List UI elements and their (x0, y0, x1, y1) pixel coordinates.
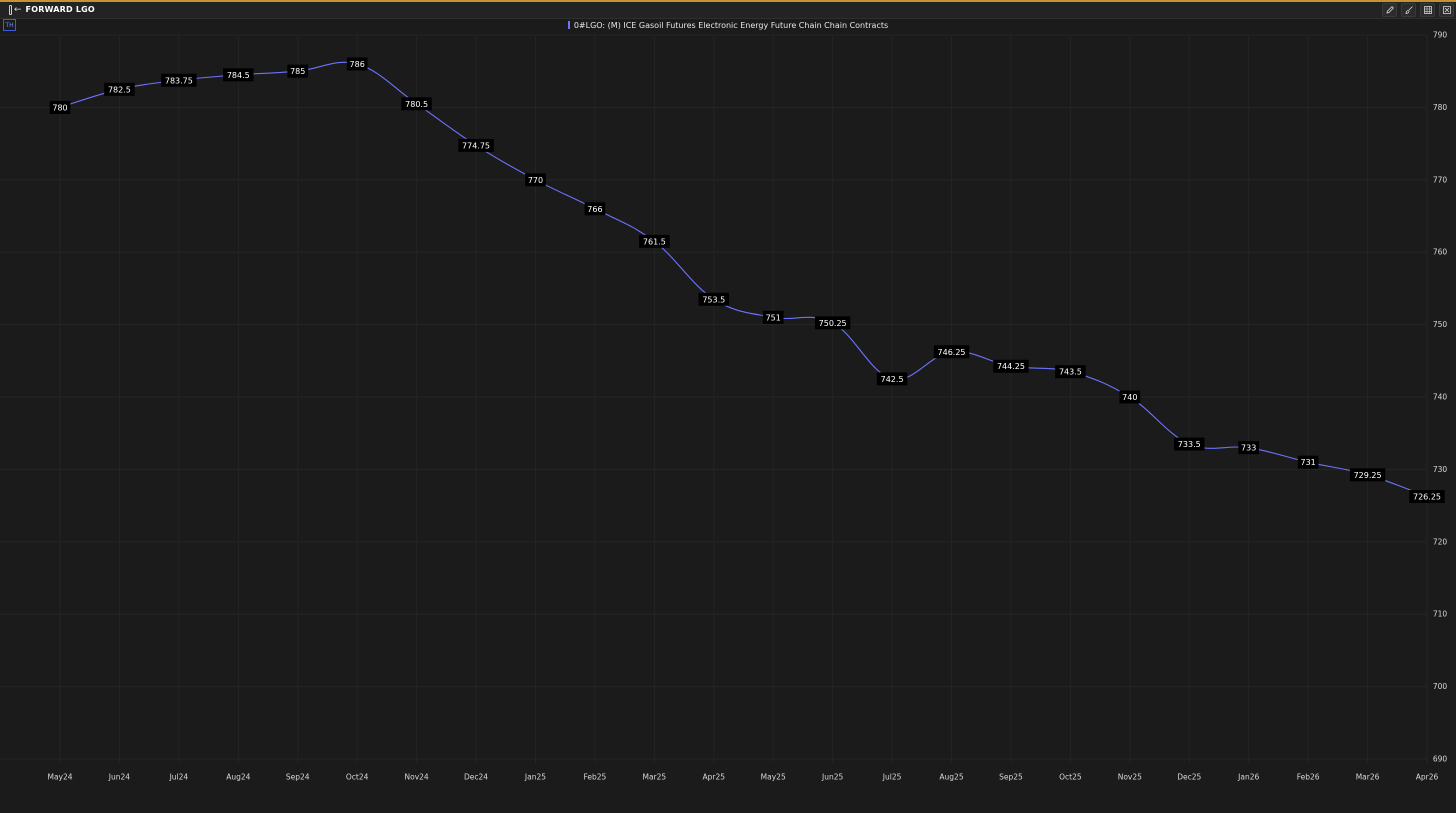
data-label-text: 744.25 (997, 362, 1025, 371)
data-label: 784.5 (223, 68, 254, 82)
data-label: 743.5 (1055, 365, 1086, 379)
x-tick-label: Jan26 (1237, 773, 1259, 782)
x-tick-label: Jun24 (108, 773, 130, 782)
data-label: 733.5 (1174, 437, 1205, 451)
data-label: 733 (1238, 441, 1260, 455)
data-label: 731 (1297, 455, 1319, 469)
data-label-text: 785 (290, 67, 305, 76)
data-label-text: 770 (528, 176, 543, 185)
x-tick-label: May25 (761, 773, 786, 782)
x-tick-label: Sep24 (286, 773, 310, 782)
x-tick-label: Jul25 (882, 773, 902, 782)
data-label: 729.25 (1349, 468, 1386, 482)
data-label-text: 740 (1122, 393, 1137, 402)
data-label-text: 742.5 (881, 375, 904, 384)
x-tick-label: Mar25 (642, 773, 666, 782)
x-tick-label: Jun25 (821, 773, 843, 782)
data-label-text: 786 (350, 60, 365, 69)
data-label: 744.25 (993, 359, 1029, 373)
series-line (59, 61, 1428, 498)
data-label-text: 746.25 (938, 348, 966, 357)
x-tick-label: Apr25 (703, 773, 726, 782)
x-tick-label: Nov24 (405, 773, 429, 782)
y-tick-label: 740 (1433, 393, 1448, 402)
data-label: 782.5 (104, 82, 135, 96)
y-tick-label: 700 (1433, 682, 1448, 691)
x-tick-label: Nov25 (1118, 773, 1142, 782)
legend-swatch (567, 21, 570, 29)
data-label: 780 (49, 100, 71, 114)
data-label-text: 751 (766, 313, 781, 322)
data-label: 761.5 (639, 234, 670, 248)
data-label-text: 733.5 (1178, 440, 1201, 449)
y-tick-label: 720 (1433, 537, 1448, 546)
data-label: 750.25 (814, 316, 851, 330)
data-label: 786 (346, 57, 368, 71)
data-label: 746.25 (933, 345, 970, 359)
data-label-text: 733 (1241, 444, 1256, 453)
data-label: 780.5 (401, 97, 432, 111)
x-tick-label: Mar26 (1356, 773, 1380, 782)
y-tick-label: 760 (1433, 248, 1448, 257)
x-tick-label: Feb25 (583, 773, 606, 782)
y-tick-label: 750 (1433, 320, 1448, 329)
x-tick-label: Jan25 (524, 773, 546, 782)
y-tick-label: 690 (1433, 755, 1448, 764)
data-label-text: 731 (1300, 458, 1315, 467)
data-label: 751 (762, 310, 784, 324)
x-tick-label: Aug24 (226, 773, 250, 782)
data-label: 740 (1119, 390, 1141, 404)
x-tick-label: Oct24 (346, 773, 369, 782)
legend[interactable]: 0#LGO: (M) ICE Gasoil Futures Electronic… (0, 19, 1456, 31)
x-tick-label: Apr26 (1416, 773, 1439, 782)
x-tick-label: Dec24 (464, 773, 488, 782)
data-label-text: 750.25 (819, 319, 847, 328)
data-label: 742.5 (876, 372, 908, 386)
data-label-text: 743.5 (1059, 368, 1082, 377)
data-label-text: 780.5 (405, 100, 428, 109)
y-tick-label: 710 (1433, 610, 1448, 619)
x-tick-label: Jul24 (169, 773, 189, 782)
data-label: 726.25 (1409, 490, 1445, 504)
y-tick-label: 770 (1433, 175, 1448, 184)
data-label: 766 (584, 202, 606, 216)
data-label: 770 (525, 173, 546, 187)
data-label: 753.5 (698, 292, 730, 306)
data-label: 783.75 (161, 73, 197, 87)
data-label: 774.75 (458, 138, 494, 152)
data-label-text: 784.5 (227, 71, 250, 80)
x-tick-label: Oct25 (1059, 773, 1082, 782)
data-label-text: 729.25 (1354, 471, 1382, 480)
x-tick-label: Dec25 (1177, 773, 1201, 782)
x-tick-label: Sep25 (999, 773, 1023, 782)
chart-area: 690 700 710 720 730 740 750 760 770 780 790 May24 J… (0, 31, 1448, 782)
data-label-text: 782.5 (108, 85, 131, 94)
y-tick-label: 730 (1433, 465, 1448, 474)
legend-label: 0#LGO: (M) ICE Gasoil Futures Electronic… (573, 20, 889, 30)
data-label-text: 766 (587, 205, 602, 214)
data-label-text: 753.5 (702, 295, 725, 304)
x-tick-label: Aug25 (939, 773, 963, 782)
x-tick-label: May24 (47, 773, 72, 782)
data-label-text: 783.75 (165, 76, 193, 85)
data-label: 785 (287, 64, 309, 78)
data-label-text: 761.5 (643, 237, 666, 246)
x-tick-label: Feb26 (1297, 773, 1320, 782)
y-tick-label: 790 (1433, 31, 1448, 40)
y-tick-label: 780 (1433, 103, 1448, 112)
data-label-text: 774.75 (462, 141, 490, 150)
data-label-text: 780 (52, 103, 67, 112)
data-label-text: 726.25 (1413, 493, 1441, 502)
